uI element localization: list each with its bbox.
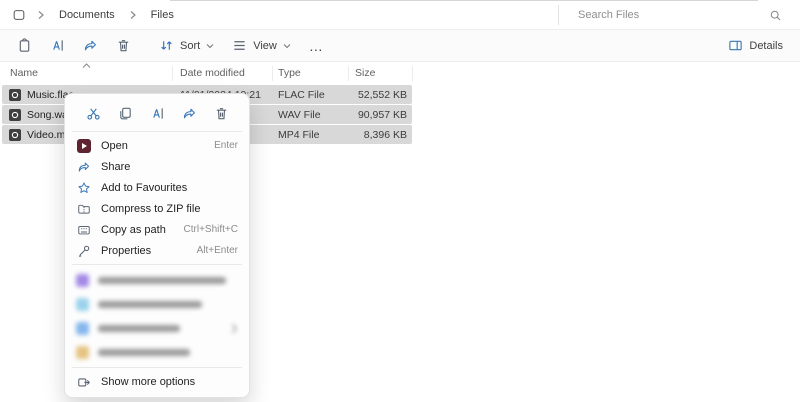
app-icon <box>76 274 89 287</box>
redacted-label <box>98 349 190 356</box>
media-file-icon <box>9 89 21 101</box>
chevron-right-icon[interactable] <box>129 10 137 20</box>
more-label: … <box>309 42 324 50</box>
menu-item-label: Open <box>101 140 128 152</box>
menu-shortcut: Ctrl+Shift+C <box>184 224 238 235</box>
redacted-menu-item[interactable] <box>69 292 245 316</box>
menu-item-label: Add to Favourites <box>101 182 187 194</box>
redacted-menu-item[interactable] <box>69 268 245 292</box>
file-type: FLAC File <box>278 89 325 101</box>
breadcrumb-documents[interactable]: Documents <box>56 7 118 23</box>
share-icon <box>76 160 92 174</box>
delete-button[interactable] <box>107 33 140 58</box>
search-icon[interactable] <box>769 9 792 22</box>
file-size: 8,396 KB <box>364 129 407 141</box>
details-label: Details <box>749 40 783 52</box>
media-player-icon <box>76 139 92 153</box>
file-size: 52,552 KB <box>358 89 407 101</box>
list-column-headers: Name Date modified Type Size <box>0 63 800 84</box>
chevron-down-icon <box>283 43 291 49</box>
sort-button[interactable]: Sort <box>150 33 223 58</box>
column-header-name[interactable]: Name <box>10 67 38 79</box>
column-divider[interactable] <box>272 66 273 81</box>
menu-item-copy-as-path[interactable]: Copy as path Ctrl+Shift+C <box>69 219 245 240</box>
menu-item-properties[interactable]: Properties Alt+Enter <box>69 240 245 261</box>
copy-path-icon <box>76 223 92 237</box>
star-icon <box>76 181 92 195</box>
divider <box>558 5 559 25</box>
file-type: WAV File <box>278 109 321 121</box>
app-icon <box>76 346 89 359</box>
view-button[interactable]: View <box>223 33 300 58</box>
redacted-label <box>98 277 226 284</box>
cut-icon[interactable] <box>83 103 104 124</box>
chevron-right-icon[interactable] <box>37 10 45 20</box>
redacted-label <box>98 325 180 332</box>
menu-item-label: Share <box>101 161 130 173</box>
column-divider[interactable] <box>412 66 413 81</box>
command-toolbar: Sort View … Details <box>0 30 800 62</box>
column-header-size[interactable]: Size <box>355 67 375 79</box>
menu-item-label: Properties <box>101 245 151 257</box>
menu-separator <box>72 264 242 265</box>
media-file-icon <box>9 129 21 141</box>
column-header-date-modified[interactable]: Date modified <box>180 67 245 79</box>
menu-item-add-to-favourites[interactable]: Add to Favourites <box>69 177 245 198</box>
breadcrumb-files[interactable]: Files <box>148 7 177 23</box>
search-box <box>566 0 792 30</box>
menu-item-compress-to-zip[interactable]: Compress to ZIP file <box>69 198 245 219</box>
share-button[interactable] <box>74 33 107 58</box>
zip-folder-icon <box>76 202 92 216</box>
menu-item-open[interactable]: Open Enter <box>69 135 245 156</box>
menu-separator <box>72 131 242 132</box>
copy-icon[interactable] <box>115 103 136 124</box>
details-pane-button[interactable]: Details <box>719 33 792 58</box>
rename-icon[interactable] <box>147 103 168 124</box>
menu-separator <box>72 367 242 368</box>
redacted-label <box>98 301 202 308</box>
menu-item-label: Show more options <box>101 376 195 388</box>
show-more-options-icon <box>76 375 92 389</box>
media-file-icon <box>9 109 21 121</box>
menu-shortcut: Enter <box>214 140 238 151</box>
sort-ascending-icon <box>82 63 91 69</box>
file-type: MP4 File <box>278 129 319 141</box>
column-header-type[interactable]: Type <box>278 67 301 79</box>
column-divider[interactable] <box>348 66 349 81</box>
menu-item-show-more-options[interactable]: Show more options <box>69 371 245 393</box>
column-divider[interactable] <box>172 66 173 81</box>
chevron-down-icon <box>206 43 214 49</box>
rename-button[interactable] <box>41 33 74 58</box>
sort-label: Sort <box>180 40 200 52</box>
redacted-menu-item[interactable]: ❯ <box>69 316 245 340</box>
search-input[interactable] <box>566 9 769 21</box>
delete-icon[interactable] <box>211 103 232 124</box>
menu-item-label: Copy as path <box>101 224 166 236</box>
app-icon <box>76 322 89 335</box>
see-more-button[interactable]: … <box>300 37 333 55</box>
breadcrumb: Documents Files <box>12 0 177 30</box>
submenu-chevron-icon: ❯ <box>230 323 238 334</box>
menu-item-label: Compress to ZIP file <box>101 203 200 215</box>
file-size: 90,957 KB <box>358 109 407 121</box>
redacted-menu-item[interactable] <box>69 340 245 364</box>
menu-shortcut: Alt+Enter <box>197 245 238 256</box>
context-menu: Open Enter Share Add to Favourites Compr… <box>64 93 250 398</box>
view-label: View <box>253 40 277 52</box>
location-icon[interactable] <box>12 8 26 22</box>
address-bar: Documents Files <box>0 0 800 30</box>
menu-item-share[interactable]: Share <box>69 156 245 177</box>
paste-button[interactable] <box>8 33 41 58</box>
share-icon[interactable] <box>179 103 200 124</box>
app-icon <box>76 298 89 311</box>
quick-actions-row <box>69 98 245 128</box>
wrench-icon <box>76 244 92 258</box>
